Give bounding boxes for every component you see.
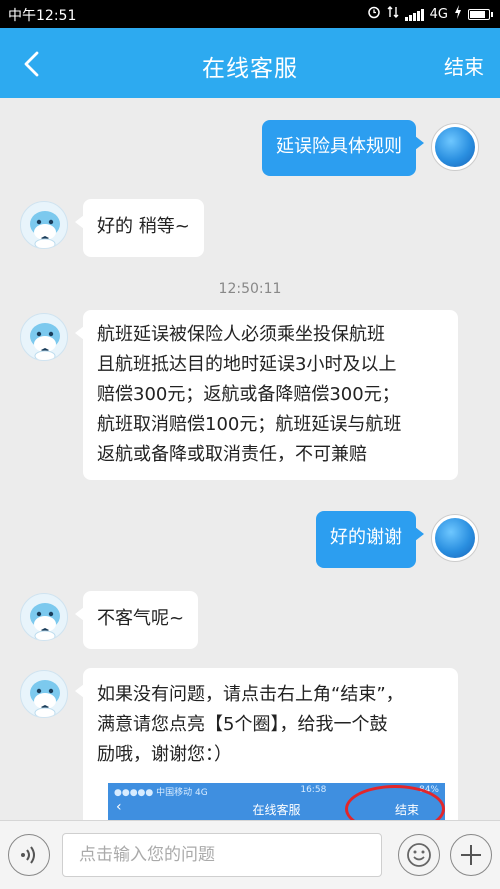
message-text: 好的 稍等~ xyxy=(97,216,190,237)
page-title: 在线客服 xyxy=(202,56,298,82)
charging-icon xyxy=(454,5,462,23)
dolphin-mascot-icon xyxy=(30,211,60,248)
battery-icon xyxy=(468,8,493,20)
dolphin-mascot-icon xyxy=(30,603,60,640)
status-bar: 中午12:51 4G xyxy=(0,0,500,28)
message-line: 航班取消赔偿100元；航班延误与航班 xyxy=(97,414,402,435)
embedded-time: 16:58 xyxy=(300,785,327,795)
message-line: 返航或备降或取消责任，不可兼赔 xyxy=(97,444,367,465)
bot-message: 好的 稍等~ xyxy=(75,199,204,257)
bot-message: 不客气呢~ xyxy=(74,591,199,649)
embedded-carrier: ●●●●● 中国移动 4G xyxy=(114,788,208,798)
data-transfer-icon xyxy=(387,5,399,23)
input-bar xyxy=(0,820,500,889)
voice-button[interactable] xyxy=(8,834,50,876)
voice-icon xyxy=(21,846,35,864)
bot-avatar xyxy=(20,313,68,361)
title-bar: 在线客服 结束 xyxy=(0,28,500,98)
user-message: 延误险具体规则 xyxy=(262,120,424,176)
message-line: 如果没有问题，请点击右上角“结束”， xyxy=(97,684,404,705)
embedded-screenshot-image: ●●●●● 中国移动 4G 16:58 84% ‹ 在线客服 结束 xyxy=(108,783,445,820)
message-line: 且航班抵达目的地时延误3小时及以上 xyxy=(97,354,397,375)
bot-avatar xyxy=(20,201,68,249)
more-button[interactable] xyxy=(450,834,492,876)
message-line: 航班延误被保险人必须乘坐投保航班 xyxy=(97,324,385,345)
status-icons: 4G xyxy=(367,5,493,23)
user-message: 好的谢谢 xyxy=(316,511,424,568)
emoji-button[interactable] xyxy=(398,834,440,876)
smiley-icon xyxy=(407,843,431,867)
message-timestamp: 12:50:11 xyxy=(218,281,282,297)
alarm-icon xyxy=(367,5,381,23)
message-line: 满意请您点亮【5个圈】，给我一个鼓 xyxy=(97,714,388,735)
bot-message: 航班延误被保险人必须乘坐投保航班 且航班抵达目的地时延误3小时及以上 赔偿300… xyxy=(75,310,458,480)
bot-avatar xyxy=(20,593,68,641)
plus-icon xyxy=(461,845,481,865)
message-text: 不客气呢~ xyxy=(97,608,185,629)
dolphin-mascot-icon xyxy=(30,680,60,717)
network-type: 4G xyxy=(429,6,448,22)
user-avatar xyxy=(431,514,479,562)
message-text: 好的谢谢 xyxy=(330,527,402,548)
user-avatar xyxy=(431,123,479,171)
status-time: 中午12:51 xyxy=(8,8,77,24)
signal-icon xyxy=(404,8,424,21)
bot-avatar xyxy=(20,670,68,718)
message-line: 赔偿300元；返航或备降赔偿300元； xyxy=(97,384,400,405)
chat-area[interactable]: 延误险具体规则 好的 稍等~ 12:50:11 航班延误被保险人必须乘坐投保航班… xyxy=(0,98,500,820)
message-line: 励哦，谢谢您：） xyxy=(97,744,232,765)
dolphin-mascot-icon xyxy=(30,323,60,360)
message-text: 延误险具体规则 xyxy=(276,136,402,157)
message-input[interactable] xyxy=(62,833,382,877)
end-chat-button[interactable]: 结束 xyxy=(444,51,484,80)
